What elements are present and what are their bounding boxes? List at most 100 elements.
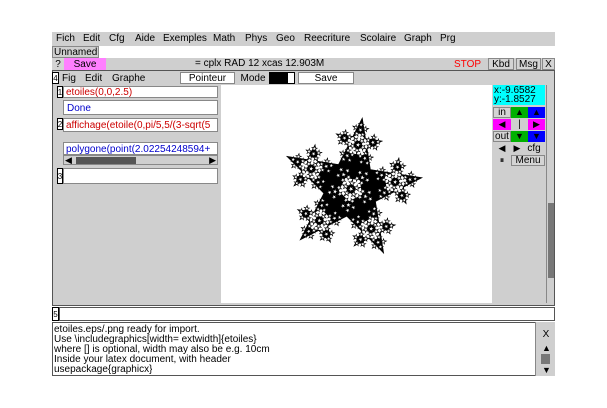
kbd-label: Kbd [492, 58, 510, 70]
save-label: Save [73, 58, 97, 70]
session-vscroll[interactable] [546, 85, 554, 303]
console-line: usepackage{graphicx} [54, 364, 153, 375]
stop-label: STOP [453, 58, 482, 70]
move-up-green-button[interactable]: ▲ [511, 107, 528, 118]
save-session-button[interactable]: Save [64, 58, 106, 70]
tab-label: Unnamed [54, 47, 98, 58]
help-label: ? [55, 58, 61, 70]
star-fractal [285, 116, 424, 255]
scroll-left-icon[interactable]: ◀ [65, 156, 72, 165]
star-shape [315, 149, 323, 157]
console-scroll-thumb[interactable] [541, 354, 550, 364]
help-button[interactable]: ? [52, 58, 64, 70]
entry-input-2[interactable]: affichage(etoile(0,pi/5,5/(3-sqrt(5 [63, 118, 218, 132]
graph-canvas[interactable] [221, 85, 492, 303]
color-swatch[interactable] [269, 72, 287, 84]
star-shape [370, 133, 378, 141]
down-arrow-icon: ▼ [515, 131, 524, 141]
graph-save-button[interactable]: Save [298, 72, 354, 84]
session-vscroll-thumb[interactable] [548, 203, 554, 278]
coord-display: x:-9.6582 y:-1.8527 [493, 85, 545, 105]
cfg-button[interactable]: cfg [523, 143, 545, 154]
rewind-button[interactable]: ◀ [493, 143, 511, 154]
tab-unnamed[interactable]: Unnamed [52, 46, 99, 58]
move-up-blue-button[interactable]: ▲ [528, 107, 545, 118]
entry-input-2-text: affichage(etoile(0,pi/5,5/(3-sqrt(5 [66, 120, 211, 131]
up-arrow-icon-2: ▲ [532, 107, 541, 117]
status-text: = cplx RAD 12 xcas 12.903M [195, 58, 325, 69]
menu-item-cfg[interactable]: Cfg [109, 33, 125, 44]
menu-item-math[interactable]: Math [213, 33, 235, 44]
console-scroll-up-icon[interactable]: ▲ [542, 344, 551, 353]
up-arrow-icon: ▲ [515, 107, 524, 117]
msg-button[interactable]: Msg [516, 58, 541, 70]
hscroll-bar[interactable]: ◀ ▶ [63, 155, 218, 165]
graph-save-label: Save [314, 72, 338, 84]
forward-button[interactable]: ▶ [511, 143, 523, 154]
menu-item-aide[interactable]: Aide [135, 33, 155, 44]
star-shape [399, 162, 407, 170]
kbd-button[interactable]: Kbd [488, 58, 514, 70]
entry-output-2: polygone(point(2.02254248594+ [63, 142, 218, 155]
star-shape [394, 158, 403, 166]
cmd-line-num-label: 5 [53, 309, 58, 319]
zoom-out-button[interactable]: out [493, 131, 511, 142]
star-shape [328, 229, 336, 237]
move-left-button[interactable]: ◀ [493, 119, 511, 130]
menu-item-exemples[interactable]: Exemples [163, 33, 207, 44]
hscroll-thumb[interactable] [76, 157, 136, 164]
menu-item-reecriture[interactable]: Reecriture [304, 33, 350, 44]
console-scroll-down-icon[interactable]: ▼ [542, 366, 551, 375]
scroll-right-icon[interactable]: ▶ [209, 156, 216, 165]
menu-item-graph[interactable]: Graph [404, 33, 432, 44]
close-button[interactable]: X [542, 58, 555, 70]
center-button[interactable]: | [511, 119, 528, 130]
star-shape [341, 129, 350, 137]
menu-item-fich[interactable]: Fich [56, 33, 75, 44]
mode2-label: Mode [240, 72, 266, 84]
session-line-num-4[interactable]: 4 [52, 72, 59, 84]
menu-item-scolaire[interactable]: Scolaire [360, 33, 396, 44]
mode-label: Pointeur [188, 72, 227, 84]
command-input[interactable] [59, 307, 555, 321]
zoom-in-button[interactable]: in [493, 107, 511, 118]
star-shape [383, 217, 391, 225]
move-down-green-button[interactable]: ▼ [511, 131, 528, 142]
console-vscroll[interactable]: X ▲ ▼ [535, 322, 555, 376]
stop-button[interactable]: STOP [449, 58, 486, 70]
pause-icon: ⏸ [499, 155, 505, 165]
entry-input-3[interactable] [63, 168, 218, 184]
mode2-button[interactable]: Mode [237, 72, 269, 84]
zoom-out-label: out [495, 131, 509, 142]
console-close-button[interactable]: X [540, 328, 552, 340]
mode-select[interactable]: Pointeur [180, 72, 235, 84]
session-menu-fig[interactable]: Fig [62, 73, 76, 84]
pause-button[interactable]: ⏸ [493, 155, 511, 166]
move-right-button[interactable]: ▶ [528, 119, 545, 130]
left-arrow-icon: ◀ [498, 119, 506, 129]
session-menu-edit[interactable]: Edit [85, 73, 102, 84]
entry-num-2-label: 2 [57, 119, 63, 129]
menu-item-phys[interactable]: Phys [245, 33, 267, 44]
move-down-blue-button[interactable]: ▼ [528, 131, 545, 142]
menu-item-edit[interactable]: Edit [83, 33, 100, 44]
cfg-label: cfg [527, 143, 541, 154]
entry-num-3-label: 3 [57, 171, 63, 181]
session-menu-graphe[interactable]: Graphe [112, 73, 145, 84]
graph-menu-label: Menu [515, 155, 541, 166]
swatch-toggle[interactable] [287, 72, 295, 84]
close-label: X [545, 58, 552, 70]
right-arrow-icon: ▶ [533, 119, 540, 129]
down-arrow-icon-2: ▼ [532, 131, 541, 141]
menu-item-prg[interactable]: Prg [440, 33, 456, 44]
cmd-line-num[interactable]: 5 [52, 307, 59, 321]
fractal-group [285, 116, 424, 255]
menu-item-geo[interactable]: Geo [276, 33, 295, 44]
zoom-in-label: in [498, 107, 506, 118]
entry-input-1[interactable]: etoiles(0,0,2.5) [63, 86, 218, 98]
star-shape [303, 204, 311, 212]
star-shape [311, 144, 319, 153]
star-shape [374, 137, 382, 146]
graph-menu-button[interactable]: Menu [511, 155, 545, 166]
star-shape [387, 221, 396, 229]
